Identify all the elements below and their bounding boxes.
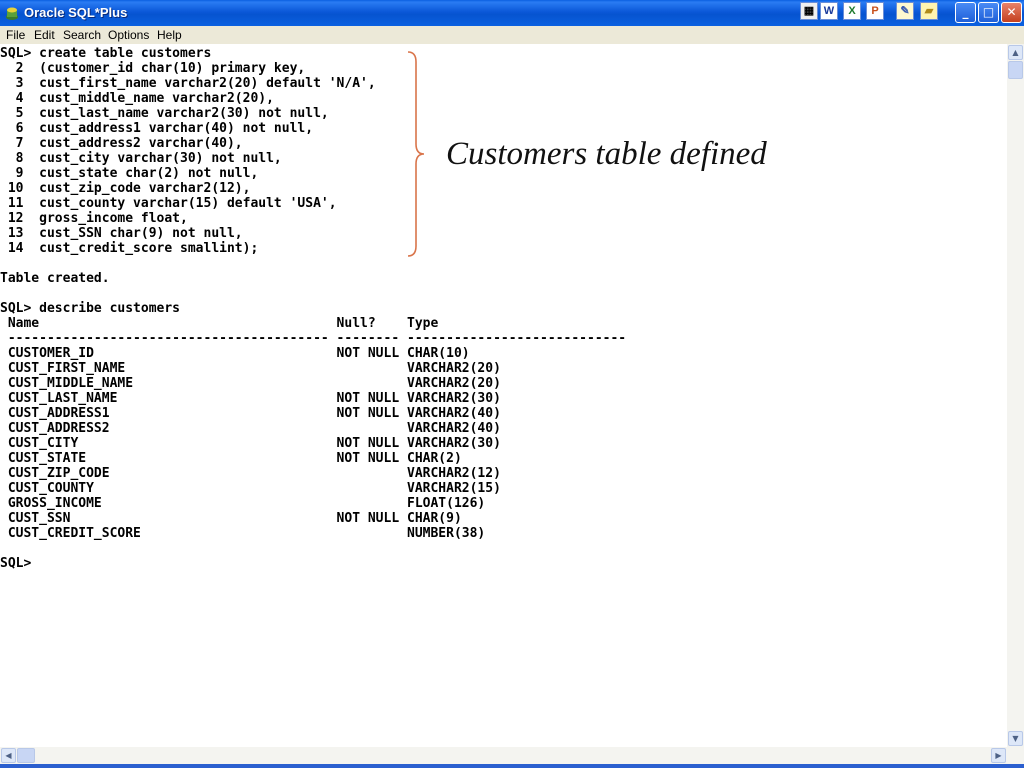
- window-title: Oracle SQL*Plus: [24, 5, 128, 20]
- scroll-left-arrow[interactable]: ◀: [1, 748, 16, 763]
- create-line: 8 cust_city varchar(30) not null,: [0, 151, 282, 166]
- curly-brace-annotation: [407, 51, 425, 257]
- menu-help[interactable]: Help: [157, 28, 182, 42]
- folder-icon[interactable]: ▰: [920, 2, 938, 20]
- sql-prompt[interactable]: SQL>: [0, 556, 31, 571]
- create-line: 10 cust_zip_code varchar2(12),: [0, 181, 251, 196]
- describe-row: CUST_CREDIT_SCORE NUMBER(38): [0, 526, 486, 541]
- annotation-text: Customers table defined: [446, 136, 767, 172]
- scroll-right-arrow[interactable]: ▶: [991, 748, 1006, 763]
- create-line: 9 cust_state char(2) not null,: [0, 166, 259, 181]
- describe-command: SQL> describe customers: [0, 301, 181, 316]
- vertical-scrollbar[interactable]: ▲ ▼: [1007, 44, 1024, 747]
- notepad-icon[interactable]: ✎: [896, 2, 914, 20]
- describe-row: CUST_ZIP_CODE VARCHAR2(12): [0, 466, 501, 481]
- describe-row: CUST_MIDDLE_NAME VARCHAR2(20): [0, 376, 501, 391]
- describe-row: CUSTOMER_ID NOT NULL CHAR(10): [0, 346, 470, 361]
- oracle-app-icon[interactable]: [4, 5, 20, 21]
- minimize-button[interactable]: _: [955, 2, 976, 23]
- create-line: 14 cust_credit_score smallint);: [0, 241, 259, 256]
- scroll-down-arrow[interactable]: ▼: [1008, 731, 1023, 746]
- describe-row: CUST_FIRST_NAME VARCHAR2(20): [0, 361, 501, 376]
- create-line: 3 cust_first_name varchar2(20) default '…: [0, 76, 376, 91]
- notes-icon[interactable]: ▦: [800, 2, 818, 20]
- maximize-button[interactable]: □: [978, 2, 999, 23]
- describe-row: CUST_STATE NOT NULL CHAR(2): [0, 451, 462, 466]
- describe-row: CUST_CITY NOT NULL VARCHAR2(30): [0, 436, 501, 451]
- describe-row: CUST_COUNTY VARCHAR2(15): [0, 481, 501, 496]
- create-line: 6 cust_address1 varchar(40) not null,: [0, 121, 314, 136]
- menu-file[interactable]: File: [6, 28, 25, 42]
- describe-header: Name Null? Type: [0, 316, 439, 331]
- close-button[interactable]: ✕: [1001, 2, 1022, 23]
- describe-row: CUST_SSN NOT NULL CHAR(9): [0, 511, 462, 526]
- describe-row: CUST_LAST_NAME NOT NULL VARCHAR2(30): [0, 391, 501, 406]
- create-line: 2 (customer_id char(10) primary key,: [0, 61, 306, 76]
- create-line: 4 cust_middle_name varchar2(20),: [0, 91, 274, 106]
- menu-edit[interactable]: Edit: [34, 28, 55, 42]
- create-line: 7 cust_address2 varchar(40),: [0, 136, 243, 151]
- result-message: Table created.: [0, 271, 110, 286]
- horizontal-scroll-thumb[interactable]: [17, 748, 35, 763]
- menu-bar: File Edit Search Options Help: [0, 26, 1024, 44]
- word-icon[interactable]: W: [820, 2, 838, 20]
- powerpoint-icon[interactable]: P: [866, 2, 884, 20]
- title-bar[interactable]: Oracle SQL*Plus ▦ W X P ✎ ▰ _ □ ✕: [0, 0, 1024, 26]
- menu-options[interactable]: Options: [108, 28, 149, 42]
- describe-row: GROSS_INCOME FLOAT(126): [0, 496, 486, 511]
- sqlplus-console[interactable]: SQL> create table customers 2 (customer_…: [0, 44, 1007, 747]
- create-line: 12 gross_income float,: [0, 211, 188, 226]
- create-line: 13 cust_SSN char(9) not null,: [0, 226, 243, 241]
- window-bottom-border: [0, 764, 1024, 768]
- describe-separator: ----------------------------------------…: [0, 331, 627, 346]
- menu-search[interactable]: Search: [63, 28, 101, 42]
- horizontal-scrollbar[interactable]: ◀ ▶: [0, 747, 1024, 764]
- vertical-scroll-thumb[interactable]: [1008, 61, 1023, 79]
- create-line: SQL> create table customers: [0, 46, 212, 61]
- describe-row: CUST_ADDRESS1 NOT NULL VARCHAR2(40): [0, 406, 501, 421]
- create-line: 5 cust_last_name varchar2(30) not null,: [0, 106, 329, 121]
- excel-icon[interactable]: X: [843, 2, 861, 20]
- scroll-up-arrow[interactable]: ▲: [1008, 45, 1023, 60]
- describe-row: CUST_ADDRESS2 VARCHAR2(40): [0, 421, 501, 436]
- create-line: 11 cust_county varchar(15) default 'USA'…: [0, 196, 337, 211]
